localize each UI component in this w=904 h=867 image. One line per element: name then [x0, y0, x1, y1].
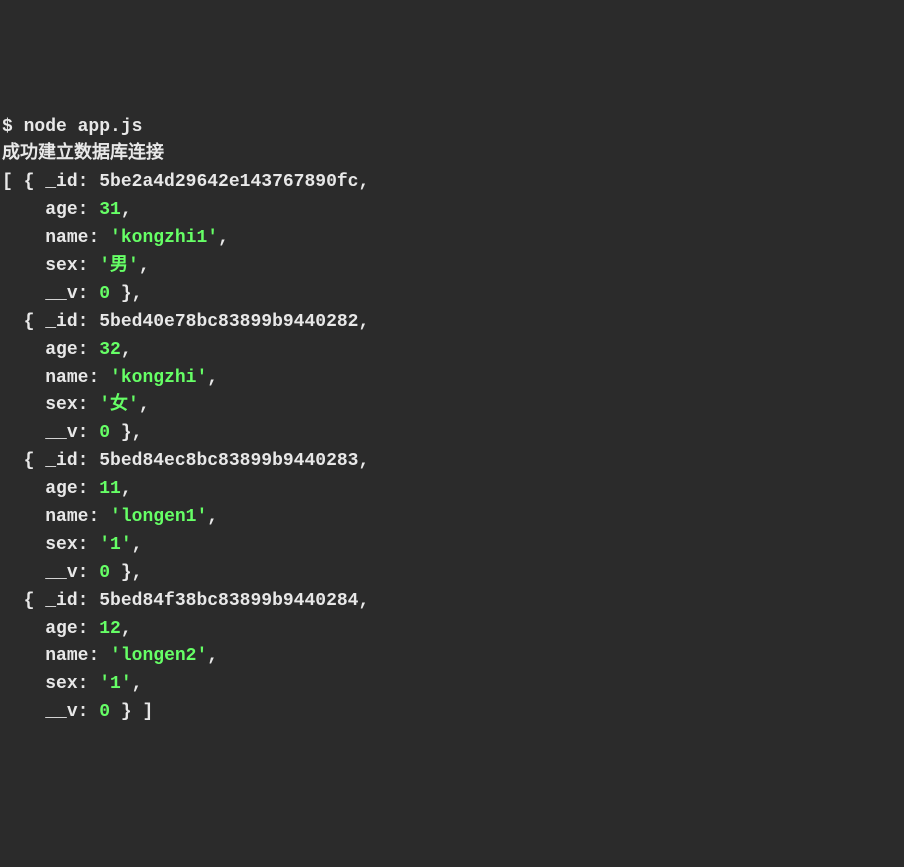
v-key: __v — [45, 284, 77, 304]
name-key: name — [45, 228, 88, 248]
age-value-2: 11 — [99, 479, 121, 499]
sex-key: sex — [45, 256, 77, 276]
age-value-0: 31 — [99, 200, 121, 220]
name-value-2: 'longen1' — [110, 507, 207, 527]
sex-value-2: '1' — [99, 535, 131, 555]
id-value-3: 5bed84f38bc83899b9440284 — [99, 591, 358, 611]
id-value-1: 5bed40e78bc83899b9440282 — [99, 312, 358, 332]
sex-value-0: '男' — [99, 256, 139, 276]
v-value-3: 0 — [99, 702, 110, 722]
v-value-1: 0 — [99, 423, 110, 443]
name-value-3: 'longen2' — [110, 646, 207, 666]
array-open-bracket: [ { — [2, 172, 45, 192]
terminal-output: $ node app.js 成功建立数据库连接 [ { _id: 5be2a4d… — [0, 112, 904, 728]
sex-value-3: '1' — [99, 674, 131, 694]
name-value-1: 'kongzhi' — [110, 368, 207, 388]
id-value-2: 5bed84ec8bc83899b9440283 — [99, 451, 358, 471]
command-prompt: $ node app.js — [2, 117, 142, 137]
name-value-0: 'kongzhi1' — [110, 228, 218, 248]
sex-value-1: '女' — [99, 395, 139, 415]
v-value-2: 0 — [99, 563, 110, 583]
connection-message: 成功建立数据库连接 — [2, 144, 164, 164]
age-key: age — [45, 200, 77, 220]
age-value-1: 32 — [99, 340, 121, 360]
id-key: _id — [45, 172, 77, 192]
array-close-bracket: } ] — [110, 702, 153, 722]
v-value-0: 0 — [99, 284, 110, 304]
id-value-0: 5be2a4d29642e143767890fc — [99, 172, 358, 192]
age-value-3: 12 — [99, 619, 121, 639]
